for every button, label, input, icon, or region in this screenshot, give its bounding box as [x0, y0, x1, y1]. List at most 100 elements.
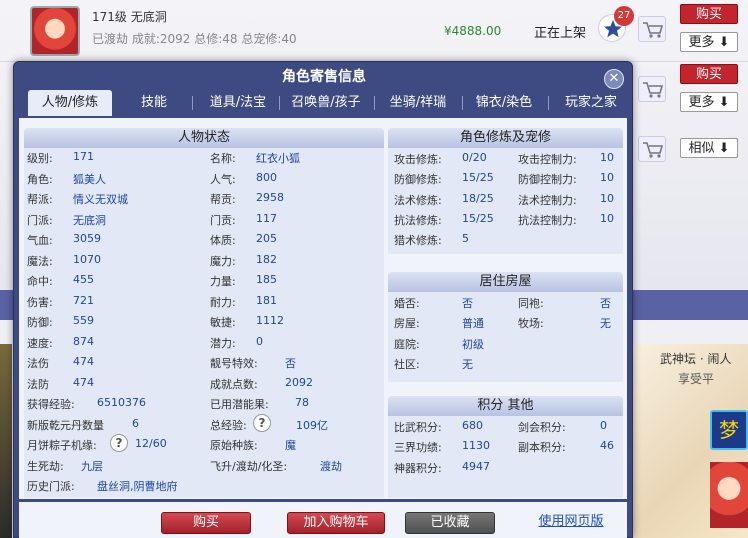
stat-label: 角色: [27, 172, 53, 186]
game-icon[interactable]: 梦 [710, 410, 748, 450]
field-value: 18/25 [462, 191, 494, 205]
close-button[interactable]: ✕ [604, 69, 624, 89]
listing-subtitle: 已渡劫 成就:2092 总修:48 总宠修:40 [92, 32, 297, 46]
field-value: 15/25 [462, 211, 494, 225]
tab-items[interactable]: 道具/法宝 [200, 90, 276, 116]
life-death-value: 九层 [81, 459, 103, 473]
exp-label: 获得经验: [27, 398, 75, 411]
stat-label: 级别: [27, 152, 53, 165]
stat-value: 721 [73, 293, 94, 307]
more-button[interactable]: 更多 ⬇ [680, 32, 738, 52]
tab-outfits[interactable]: 锦衣/染色 [464, 90, 544, 116]
field-label: 猎术修炼: [394, 234, 442, 248]
cart-button[interactable] [638, 16, 666, 42]
buy-button[interactable]: 购买 [161, 512, 251, 534]
total-exp-value: 109亿 [296, 418, 328, 432]
field-label: 房屋: [394, 317, 420, 331]
points-panel: 比武积分: 680 剑会积分: 0 三界功绩: 1130 副本积分: 46 神器积分: 4947 [388, 416, 623, 498]
stat-value: 2092 [285, 375, 313, 389]
stat-value: 2958 [256, 191, 284, 204]
field-value: 46 [600, 439, 614, 453]
stat-label: 帮贡: [210, 193, 236, 206]
question-icon[interactable]: ? [253, 413, 271, 432]
avatar[interactable] [30, 6, 80, 56]
field-value: 10 [600, 211, 614, 225]
history-school-value: 盘丝洞,阴曹地府 [97, 480, 178, 493]
help-icon: ? [253, 413, 271, 432]
tab-person[interactable]: 人物/修炼 [28, 90, 112, 116]
web-version-link[interactable]: 使用网页版 [533, 512, 609, 534]
stat-value: 红衣小狐 [256, 152, 300, 165]
stat-label: 速度: [27, 336, 53, 350]
more-button[interactable]: 更多 ⬇ [680, 92, 738, 112]
stat-label: 体质: [210, 234, 236, 247]
field-label: 三界功绩: [394, 441, 442, 455]
ascension-label: 飞升/渡劫/化圣: [210, 459, 288, 473]
stat-label: 门派: [27, 213, 53, 227]
stat-label: 门贡: [210, 213, 236, 227]
stat-value: 181 [256, 293, 277, 307]
art-text: 享受平 [678, 372, 715, 386]
person-status-panel: 级别: 171 角色: 狐美人 帮派: 情义无双城 门派: 无底洞 气血: 3059 魔法: 1070… [24, 148, 384, 498]
tab-home[interactable]: 玩家之家 [550, 90, 632, 116]
stat-label: 帮派: [27, 193, 53, 206]
race-value: 魔 [285, 439, 296, 452]
tab-content: 人物状态 级别: 171 角色: 狐美人 帮派: 情义无双城 门派: 无底洞 气血: 3059 魔法… [19, 118, 627, 499]
background-art-left [0, 344, 12, 538]
question-icon[interactable]: ? [110, 434, 128, 452]
stat-value: 3059 [73, 232, 101, 245]
zongzi-label: 月饼粽子机缘: [27, 439, 97, 452]
cart-button[interactable] [638, 136, 666, 162]
similar-label: 相似 [688, 141, 715, 156]
collected-button[interactable]: 已收藏 [405, 512, 495, 534]
field-value: 0/20 [462, 151, 487, 164]
stat-value: 182 [256, 252, 277, 266]
stat-value: 559 [73, 314, 94, 327]
tab-separator [462, 96, 463, 110]
listing-status: 正在上架 [534, 26, 587, 41]
stat-value: 1070 [73, 252, 101, 266]
stat-label: 魔力: [210, 254, 236, 268]
stat-value: 否 [285, 357, 296, 370]
field-label: 法术控制力: [518, 193, 577, 207]
stat-value: 800 [256, 170, 277, 184]
cart-button[interactable] [638, 76, 666, 102]
qianyuan-label: 新版乾元丹数量 [27, 418, 104, 432]
chevron-down-icon: ⬇ [718, 95, 730, 110]
field-value: 否 [462, 297, 473, 310]
field-label: 抗法控制力: [518, 213, 577, 227]
add-to-cart-button[interactable]: 加入购物车 [287, 512, 385, 534]
buy-button[interactable]: 购买 [680, 4, 738, 24]
race-label: 原始种族: [210, 439, 258, 452]
field-label: 婚否: [394, 297, 420, 310]
stat-value: 185 [256, 273, 277, 286]
zongzi-value: 12/60 [135, 437, 167, 450]
stat-label: 名称: [210, 152, 236, 165]
tab-separator [374, 96, 375, 110]
field-value: 普通 [462, 317, 484, 331]
buy-button[interactable]: 购买 [680, 64, 738, 84]
similar-button[interactable]: 相似 ⬇ [680, 138, 738, 158]
role-sale-dialog: 角色寄售信息 ✕ 人物/修炼 技能 道具/法宝 召唤兽/孩子 坐骑/祥瑞 锦衣/… [13, 61, 633, 538]
tab-pets[interactable]: 召唤兽/孩子 [282, 90, 370, 116]
tab-skills[interactable]: 技能 [120, 90, 188, 116]
listing-title[interactable]: 171级 无底洞 [92, 8, 167, 25]
field-value: 初级 [462, 337, 484, 351]
field-value: 10 [600, 171, 614, 185]
tab-separator [548, 96, 549, 110]
field-label: 法术修炼: [394, 193, 442, 207]
stat-label: 防御: [27, 316, 53, 329]
tab-mounts[interactable]: 坐骑/祥瑞 [378, 90, 458, 116]
life-death-label: 生死劫: [27, 459, 64, 473]
field-value: 10 [600, 191, 614, 205]
stat-value: 情义无双城 [73, 193, 128, 206]
stat-label: 成就点数: [210, 377, 258, 391]
cultivation-panel: 攻击修炼: 0/20 攻击控制力: 10 防御修炼: 15/25 防御控制力: 10 法术修炼:… [388, 148, 623, 254]
field-value: 0 [600, 419, 607, 432]
stat-value: 874 [73, 334, 94, 348]
character-portrait-icon[interactable] [710, 462, 748, 528]
stat-label: 法防 [27, 377, 49, 391]
listing-row: 171级 无底洞 已渡劫 成就:2092 总修:48 总宠修:40 ¥4888.… [0, 0, 748, 62]
stat-label: 力量: [210, 275, 236, 288]
stat-label: 命中: [27, 275, 53, 288]
